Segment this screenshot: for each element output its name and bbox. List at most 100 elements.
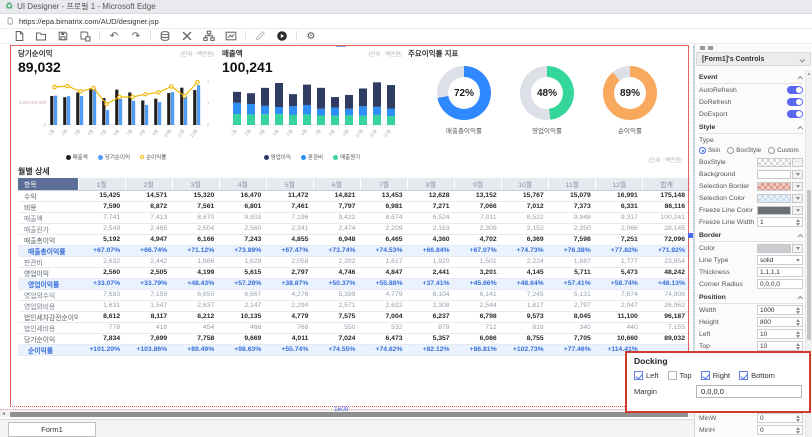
table-cell: 7,598 [548,234,596,246]
minw-spinner[interactable]: 0 [757,413,803,423]
spinner-arrows[interactable] [796,306,800,314]
spinner-arrows[interactable] [796,318,800,326]
color-dropdown-button[interactable] [792,243,803,253]
chart-frame-button[interactable] [220,30,242,43]
height-spinner[interactable]: 800 [757,317,803,327]
section-header-position[interactable]: Position [699,292,804,304]
redo-button[interactable]: ↷ [125,30,147,43]
database-button[interactable] [154,30,176,43]
background-dropdown-button[interactable] [792,169,803,179]
background-swatch[interactable] [757,169,791,179]
table-cell: +71.12% [172,245,220,257]
svg-text:2월: 2월 [243,128,252,137]
minh-spinner[interactable]: 0 [757,425,803,435]
table-cell: 4,746 [313,267,361,279]
selection-border-dropdown-button[interactable] [792,181,803,191]
spinner-arrows[interactable] [796,414,800,422]
radio-custom[interactable]: Custom [768,147,799,154]
table-cell: +33.07% [78,278,126,290]
spinner-arrows[interactable] [796,426,800,434]
corner-radius-input[interactable]: 0,0,0,0 [757,279,803,289]
radio-label: Custom [777,147,799,154]
thickness-value: 1,1,1,1 [760,268,780,276]
top-spinner[interactable]: 10 [757,341,803,351]
edit-button[interactable] [249,30,271,43]
section-header-style[interactable]: Style [699,122,804,134]
panel-scrollbar-thumb[interactable] [807,190,811,340]
table-row: 순이익률 +101.20% +103.86% +89.49% +98.63% +55.74… [18,344,690,356]
selection-border-swatch[interactable] [757,181,791,191]
new-file-button[interactable] [8,30,30,43]
boxstyle-swatch[interactable] [757,157,791,167]
left-spinner[interactable]: 10 [757,329,803,339]
table-cell: 8,212 [172,311,220,323]
margin-input[interactable]: 0,0,0,0 [696,385,802,398]
scroll-up-arrow-icon[interactable]: ▲ [807,71,811,76]
thickness-input[interactable]: 1,1,1,1 [757,267,803,277]
url-bar[interactable]: https://epa.bimatrix.com/AUD/designer.js… [0,14,812,29]
table-cell: 1,628 [219,256,267,268]
docking-top-checkbox[interactable]: Top [667,371,692,380]
freeze-line-color-swatch[interactable] [757,205,791,215]
spinner-arrows[interactable] [796,330,800,338]
scroll-left-arrow-icon[interactable]: ◄ [1,411,6,417]
table-cell: 2,549 [78,223,126,235]
autorefresh-toggle[interactable] [787,86,803,94]
table-cell: 2,474 [313,223,361,235]
toggle-knob [796,111,802,117]
table-cell: 4,779 [266,311,314,323]
spinner-arrows[interactable] [796,342,800,350]
tab-form1[interactable]: Form1 [8,422,96,437]
selection-color-control [757,193,803,203]
table-cell: 74,908 [642,289,690,301]
svg-text:9월: 9월 [341,128,350,137]
form-tab-strip: Form1 [0,419,694,437]
donut-label: 순이익률 [618,128,642,135]
radio-skin[interactable]: Skin [699,147,720,154]
svg-text:8월: 8월 [327,128,336,137]
selection-color-swatch[interactable] [757,193,791,203]
table-cell: 6,948 [313,234,361,246]
dorefresh-toggle[interactable] [787,98,803,106]
property-label: Selection Color [699,194,746,202]
spinner-arrows[interactable] [796,218,800,226]
build-tools-button[interactable] [176,30,198,43]
docking-right-checkbox[interactable]: Right [700,371,730,380]
panel-pin-icon[interactable] [700,46,705,50]
table-cell: 4,702 [454,234,502,246]
design-canvas[interactable]: 당기순이익 (단위 : 백만원) 89,032 1월 2월 3월 4월 5월 6월 7월 8월… [0,44,694,437]
doexport-toggle[interactable] [787,110,803,118]
run-button[interactable] [271,30,293,43]
panel-header[interactable]: [Form1]'s Controls [696,52,811,66]
svg-text:1월: 1월 [47,128,56,137]
table-row: 당기순이익 7,834 7,699 7,758 9,669 4,011 7,024 6,473… [18,333,690,345]
freeze-line-width-spinner[interactable]: 1 [757,217,803,227]
undo-button[interactable]: ↶ [103,30,125,43]
panel-menu-icon[interactable] [708,46,713,50]
table-cell: 1,920 [407,256,455,268]
section-header-border[interactable]: Border [699,230,804,242]
section-header-event[interactable]: Event [699,72,804,84]
table-cell: 6,237 [407,311,455,323]
page-icon [7,17,13,25]
radio-boxstyle[interactable]: BoxStyle [727,147,761,154]
sitemap-button[interactable] [198,30,220,43]
donut-ring: 48% [520,66,574,120]
color-swatch[interactable] [757,243,791,253]
save-as-button[interactable] [74,30,96,43]
chart1-unit-label: (단위 : 백만원) [180,52,214,58]
freeze-line-color-dropdown-button[interactable] [792,205,803,215]
boxstyle-ellipsis-button[interactable]: ··· [792,157,803,167]
selection-color-dropdown-button[interactable] [792,193,803,203]
selection-handle[interactable] [688,233,693,238]
width-spinner[interactable]: 1000 [757,305,803,315]
line-type-select[interactable]: solid [757,255,803,265]
docking-left-checkbox[interactable]: Left [634,371,659,380]
property-label: Corner Radius [699,280,743,288]
legend-marker [300,154,306,160]
open-folder-button[interactable] [30,30,52,43]
save-button[interactable] [52,30,74,43]
docking-bottom-checkbox[interactable]: Bottom [739,371,775,380]
scrollbar-thumb[interactable] [10,411,688,417]
settings-button[interactable]: ⚙ [300,30,322,43]
